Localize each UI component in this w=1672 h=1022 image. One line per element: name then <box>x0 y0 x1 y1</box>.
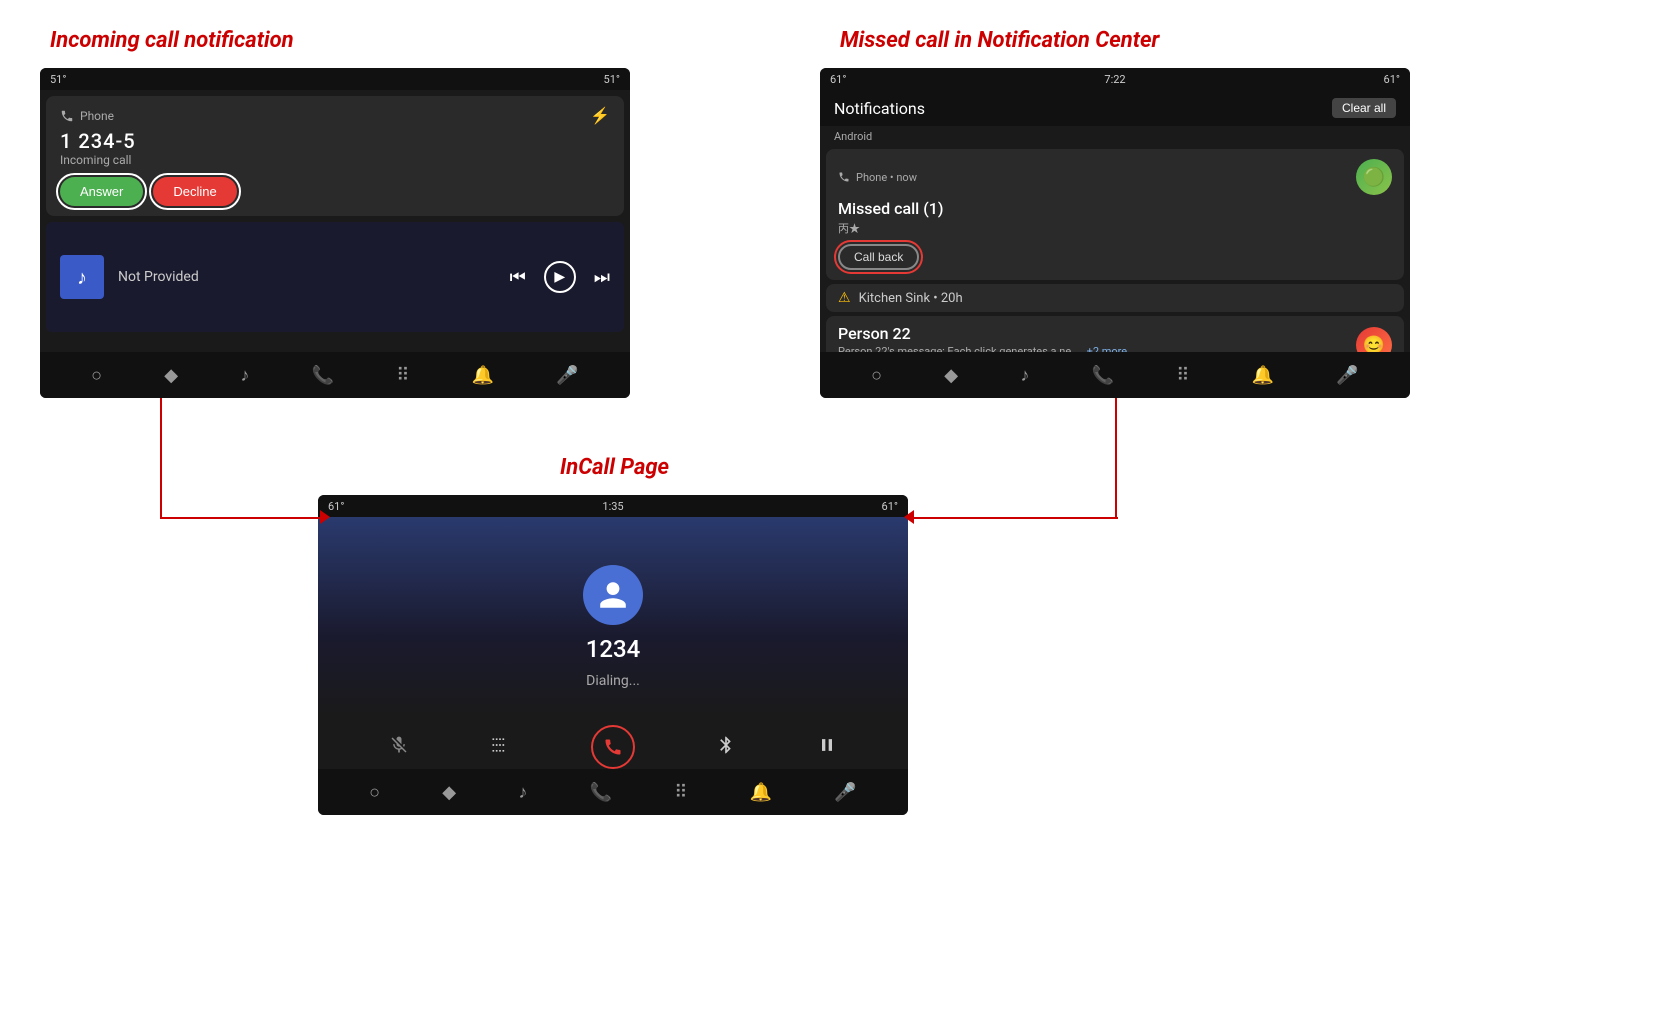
notif-app-name: Phone <box>80 109 114 123</box>
arrow-left-horizontal <box>160 517 325 519</box>
status-bar-incoming: 51° 51° <box>40 68 630 90</box>
arrow-right-vertical <box>1115 398 1117 518</box>
music-icon[interactable]: ♪ <box>240 365 249 386</box>
mic-icon[interactable]: 🎤 <box>556 365 578 386</box>
caller-number: 1 234-5 <box>60 129 610 153</box>
person22-title: Person 22 <box>838 324 1127 343</box>
phone-nav-icon-missed[interactable]: 📞 <box>1092 365 1114 386</box>
keypad-icon[interactable]: ⠿ <box>396 365 409 386</box>
music-icon-missed[interactable]: ♪ <box>1020 365 1029 386</box>
pause-icon[interactable] <box>817 735 837 760</box>
incoming-notification-banner: Phone ⚡ 1 234-5 Incoming call Answer Dec… <box>46 96 624 216</box>
incall-section-title: InCall Page <box>560 455 669 480</box>
kitchen-sink-card: ⚠ Kitchen Sink • 20h <box>826 284 1404 312</box>
arrow-left-vertical <box>160 398 162 518</box>
nav-diamond-icon-incall[interactable]: ◆ <box>442 782 456 803</box>
bell-icon[interactable]: 🔔 <box>472 365 494 386</box>
bell-icon-incall[interactable]: 🔔 <box>750 782 772 803</box>
caller-number-incall: 1234 <box>586 635 641 663</box>
android-label: Android <box>820 126 1410 145</box>
notif-center-header: Notifications Clear all <box>820 90 1410 126</box>
skip-forward-icon[interactable]: ⏭ <box>594 267 610 288</box>
caller-avatar-missed: 🟢 <box>1356 159 1392 195</box>
arrow-right-tip <box>904 510 914 524</box>
bluetooth-icon: ⚡ <box>590 106 610 125</box>
bluetooth-ctrl-icon[interactable] <box>716 735 736 760</box>
status-temp-right-missed: 61° <box>1384 73 1400 86</box>
mute-icon[interactable] <box>389 735 409 760</box>
phone-nav-icon-incall[interactable]: 📞 <box>590 782 612 803</box>
mic-icon-incall[interactable]: 🎤 <box>834 782 856 803</box>
nav-diamond-icon-missed[interactable]: ◆ <box>944 365 958 386</box>
keypad-ctrl-icon[interactable] <box>490 735 510 760</box>
bottom-nav-missed: ○ ◆ ♪ 📞 ⠿ 🔔 🎤 <box>820 352 1410 398</box>
call-status: Dialing... <box>586 673 640 689</box>
missed-app-name: Phone • now <box>856 171 917 184</box>
home-icon[interactable]: ○ <box>91 365 102 386</box>
media-area: ♪ Not Provided ⏮ ▶ ⏭ <box>46 222 624 332</box>
nav-diamond-icon[interactable]: ◆ <box>164 365 178 386</box>
kitchen-sink-label: Kitchen Sink • 20h <box>859 291 963 306</box>
skip-back-icon[interactable]: ⏮ <box>510 267 526 288</box>
media-controls: ⏮ ▶ ⏭ <box>510 261 610 293</box>
phone-icon <box>60 109 74 123</box>
missed-call-card: Phone • now 🟢 Missed call (1) 丙★ Call ba… <box>826 149 1404 280</box>
decline-button[interactable]: Decline <box>153 177 236 206</box>
status-time-incall: 1:35 <box>602 500 623 513</box>
missed-call-section-title: Missed call in Notification Center <box>840 28 1159 53</box>
status-temp-right: 51° <box>604 73 620 86</box>
status-bar-incall: 61° 1:35 61° <box>318 495 908 517</box>
end-call-button[interactable] <box>591 725 635 769</box>
phone-icon-missed <box>838 171 850 183</box>
clear-all-button[interactable]: Clear all <box>1332 98 1396 118</box>
notif-center-title: Notifications <box>834 99 925 118</box>
notif-header: Phone ⚡ <box>60 106 610 125</box>
status-temp-left-incall: 61° <box>328 500 344 513</box>
home-icon-incall[interactable]: ○ <box>369 782 380 803</box>
incoming-call-section-title: Incoming call notification <box>50 28 294 53</box>
incoming-call-screen: 51° 51° Phone ⚡ 1 234-5 Incoming call An… <box>40 68 630 398</box>
missed-card-header: Phone • now 🟢 <box>838 159 1392 195</box>
arrow-right-horizontal <box>910 517 1118 519</box>
keypad-icon-incall[interactable]: ⠿ <box>674 782 687 803</box>
missed-call-actions: Call back <box>838 244 1392 270</box>
play-button[interactable]: ▶ <box>544 261 576 293</box>
bell-icon-missed[interactable]: 🔔 <box>1252 365 1274 386</box>
notif-actions: Answer Decline <box>60 177 610 206</box>
missed-call-sub: 丙★ <box>838 220 1392 236</box>
home-icon-missed[interactable]: ○ <box>871 365 882 386</box>
keypad-icon-missed[interactable]: ⠿ <box>1176 365 1189 386</box>
music-icon-incall[interactable]: ♪ <box>518 782 527 803</box>
album-art: ♪ <box>60 255 104 299</box>
phone-nav-icon[interactable]: 📞 <box>312 365 334 386</box>
incall-screen: 61° 1:35 61° 1234 Dialing... <box>318 495 908 815</box>
notif-app-info: Phone • now <box>838 171 917 184</box>
mic-icon-missed[interactable]: 🎤 <box>1336 365 1358 386</box>
status-temp-right-incall: 61° <box>882 500 898 513</box>
caller-avatar-incall <box>583 565 643 625</box>
call-back-button[interactable]: Call back <box>838 244 919 270</box>
answer-button[interactable]: Answer <box>60 177 143 206</box>
bottom-nav-incall: ○ ◆ ♪ 📞 ⠿ 🔔 🎤 <box>318 769 908 815</box>
incall-controls <box>318 717 908 777</box>
warning-icon: ⚠ <box>838 290 851 306</box>
arrow-left-tip <box>320 510 330 524</box>
missed-call-screen: 61° 7:22 61° Notifications Clear all And… <box>820 68 1410 398</box>
incall-main: 1234 Dialing... <box>318 517 908 717</box>
bottom-nav-incoming: ○ ◆ ♪ 📞 ⠿ 🔔 🎤 <box>40 352 630 398</box>
status-bar-missed: 61° 7:22 61° <box>820 68 1410 90</box>
status-temp-left-missed: 61° <box>830 73 846 86</box>
missed-call-title: Missed call (1) <box>838 199 1392 218</box>
status-temp-left: 51° <box>50 73 66 86</box>
track-info: Not Provided <box>118 269 199 285</box>
incoming-label: Incoming call <box>60 153 610 167</box>
status-time-missed: 7:22 <box>1104 73 1125 86</box>
